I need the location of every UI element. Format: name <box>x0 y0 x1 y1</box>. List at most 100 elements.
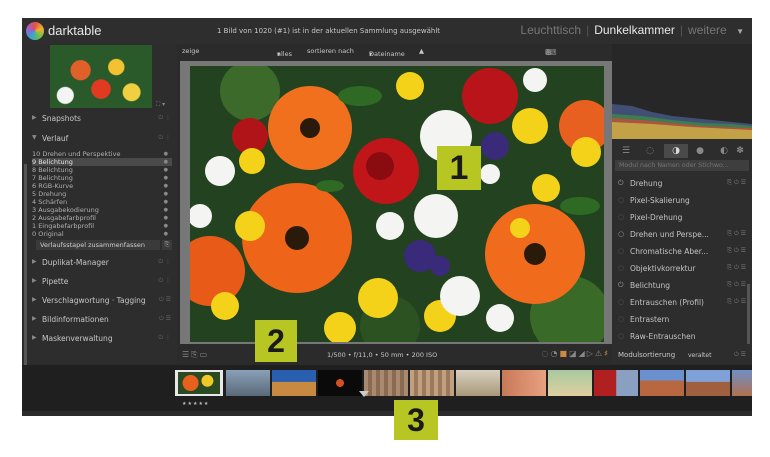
styles-icon[interactable]: ⎘ <box>191 350 199 359</box>
presets-icon[interactable]: ⏻ ☰ <box>159 315 171 323</box>
power-off-icon[interactable]: ○ <box>618 213 624 221</box>
module-controls-icon[interactable]: ⎘ ⏻ ☰ <box>727 230 746 238</box>
presets-icon[interactable]: ⏻ ☰ <box>159 296 171 304</box>
filmstrip-thumb[interactable] <box>732 370 752 396</box>
filmstrip-thumb[interactable] <box>226 370 270 396</box>
view-menu-icon[interactable]: ▼ <box>736 27 744 36</box>
filmstrip-thumb[interactable] <box>686 370 730 396</box>
section-snapshots[interactable]: ▶ Snapshots ⏻ ⋮ <box>22 112 177 126</box>
history-item[interactable]: 1 Eingabefarbprofil ● <box>32 222 172 230</box>
module-denoise-profiled[interactable]: ○ Entrauschen (Profil) ⎘ ⏻ ☰ <box>612 295 752 311</box>
compress-history-button[interactable]: Verlaufsstapel zusammenfassen <box>36 240 160 250</box>
module-pixel-scaling[interactable]: ○ Pixel-Skalierung <box>612 193 752 209</box>
reset-icon[interactable]: ⏻ ☰ <box>734 351 746 359</box>
section-duplicate-manager[interactable]: ▶ Duplikat-Manager ⏻ ⋮ <box>22 256 177 270</box>
gear-icon[interactable]: ⚙ <box>545 48 555 57</box>
right-scrollbar[interactable] <box>747 284 750 344</box>
guides-icon[interactable]: ♯ <box>604 349 610 358</box>
reset-icon[interactable]: ⏻ ⋮ <box>158 334 171 342</box>
module-demosaic[interactable]: ○ Entrastern <box>612 312 752 328</box>
module-perspective[interactable]: ○ Drehen und Perspe... ⎘ ⏻ ☰ <box>612 227 752 243</box>
module-controls-icon[interactable]: ⎘ ⏻ ☰ <box>727 298 746 306</box>
filmstrip[interactable]: ★★★★★ <box>22 365 752 411</box>
sort-ascending-icon[interactable]: ▲ <box>419 47 424 55</box>
module-exposure[interactable]: ⏻ Belichtung ⎘ ⏻ ☰ <box>612 278 752 294</box>
filmstrip-thumb[interactable] <box>318 370 362 396</box>
history-item[interactable]: 0 Original ● <box>32 230 172 238</box>
section-tagging[interactable]: ▶ Verschlagwortung · Tagging ⏻ ☰ <box>22 294 177 308</box>
filmstrip-collapse-arrow-icon[interactable] <box>359 391 369 397</box>
reset-icon[interactable]: ⏻ ⋮ <box>158 277 171 285</box>
section-mask-manager[interactable]: ▶ Maskenverwaltung ⏻ ⋮ <box>22 332 177 346</box>
history-item[interactable]: 6 RGB-Kurve ● <box>32 182 172 190</box>
module-chromatic-aberration[interactable]: ○ Chromatische Aber... ⎘ ⏻ ☰ <box>612 244 752 260</box>
module-controls-icon[interactable]: ⎘ ⏻ ☰ <box>727 264 746 272</box>
gamut-check-icon[interactable]: ◢ <box>579 349 587 358</box>
history-item[interactable]: 5 Drehung ● <box>32 190 172 198</box>
reset-icon[interactable]: ⏻ ⋮ <box>158 114 171 122</box>
color-group-tab-icon[interactable]: ● <box>688 144 712 158</box>
history-item-selected[interactable]: 9 Belichtung ● <box>32 158 172 166</box>
history-item[interactable]: 3 Ausgabekodierung ● <box>32 206 172 214</box>
section-image-info[interactable]: ▶ Bildinformationen ⏻ ☰ <box>22 313 177 327</box>
power-on-icon[interactable]: ○ <box>618 230 624 238</box>
reset-icon[interactable]: ⏻ ⋮ <box>158 258 171 266</box>
module-rotation[interactable]: ⏻ Drehung ⎘ ⏻ ☰ <box>612 176 752 192</box>
power-off-icon[interactable]: ○ <box>618 298 624 306</box>
history-item[interactable]: 4 Schärfen ● <box>32 198 172 206</box>
section-pipette[interactable]: ▶ Pipette ⏻ ⋮ <box>22 275 177 289</box>
power-off-icon[interactable]: ○ <box>618 332 624 340</box>
view-darkroom[interactable]: Dunkelkammer <box>594 23 675 37</box>
clipping-warning-icon[interactable]: ⚠ <box>595 349 604 358</box>
iso-icon[interactable]: ◌ <box>542 349 551 358</box>
presets-icon[interactable]: ☰ <box>182 350 191 359</box>
view-lighttable[interactable]: Leuchttisch <box>520 23 581 37</box>
filmstrip-thumb[interactable] <box>594 370 638 396</box>
power-off-icon[interactable]: ○ <box>618 196 624 204</box>
section-history[interactable]: ▼ Verlauf ⏻ ⋮ <box>22 132 177 146</box>
filmstrip-thumb[interactable] <box>548 370 592 396</box>
technical-group-tab-icon[interactable]: ◑ <box>664 144 688 158</box>
color-assessment-icon[interactable]: ■ <box>560 349 570 358</box>
history-item[interactable]: 2 Ausgabefarbprofil ● <box>32 214 172 222</box>
active-modules-tab-icon[interactable]: ☰ <box>614 144 638 158</box>
module-order-value[interactable]: veraltet <box>688 352 711 359</box>
reset-icon[interactable]: ⏻ ⋮ <box>158 134 171 142</box>
power-off-icon[interactable]: ○ <box>618 247 624 255</box>
view-more[interactable]: weitere <box>688 23 727 37</box>
star-rating[interactable]: ★★★★★ <box>182 401 209 407</box>
create-style-icon[interactable]: ⎘ <box>162 240 172 250</box>
softproof-icon[interactable]: ◪ <box>569 349 579 358</box>
effect-group-tab-icon[interactable]: ✽ <box>728 144 752 158</box>
power-off-icon[interactable]: ○ <box>618 315 624 323</box>
module-lens-correction[interactable]: ○ Objektivkorrektur ⎘ ⏻ ☰ <box>612 261 752 277</box>
filmstrip-thumb[interactable] <box>640 370 684 396</box>
favorites-tab-icon[interactable]: ◌ <box>638 144 662 158</box>
filmstrip-thumb-selected[interactable] <box>175 370 223 396</box>
main-image-canvas[interactable] <box>190 66 604 342</box>
module-raw-denoise[interactable]: ○ Raw-Entrauschen <box>612 329 752 345</box>
filmstrip-thumb[interactable] <box>410 370 454 396</box>
history-item[interactable]: 7 Belichtung ● <box>32 174 172 182</box>
power-off-icon[interactable]: ○ <box>618 264 624 272</box>
filmstrip-thumb[interactable] <box>502 370 546 396</box>
histogram[interactable] <box>612 44 752 139</box>
filmstrip-thumb[interactable] <box>456 370 500 396</box>
navigation-thumbnail[interactable] <box>50 45 152 108</box>
navigation-zoom-icon[interactable]: ⛶ ▾ <box>156 101 165 109</box>
module-controls-icon[interactable]: ⎘ ⏻ ☰ <box>727 247 746 255</box>
bulb-icon[interactable]: ◔ <box>551 349 560 358</box>
module-controls-icon[interactable]: ⎘ ⏻ ☰ <box>727 179 746 187</box>
left-scrollbar[interactable] <box>24 164 27 369</box>
power-on-icon[interactable]: ⏻ <box>618 179 624 188</box>
history-item[interactable]: 10 Drehen und Perspektive ● <box>32 150 172 158</box>
module-pixel-rotation[interactable]: ○ Pixel-Drehung <box>612 210 752 226</box>
filmstrip-thumb[interactable] <box>272 370 316 396</box>
power-on-icon[interactable]: ⏻ <box>618 281 624 290</box>
filmstrip-thumb[interactable] <box>364 370 408 396</box>
module-controls-icon[interactable]: ⎘ ⏻ ☰ <box>727 281 746 289</box>
second-window-icon[interactable]: ▭ <box>200 350 210 359</box>
raw-overexposed-icon[interactable]: ▷ <box>587 349 595 358</box>
module-search-input[interactable] <box>615 160 749 171</box>
history-item[interactable]: 8 Belichtung ● <box>32 166 172 174</box>
